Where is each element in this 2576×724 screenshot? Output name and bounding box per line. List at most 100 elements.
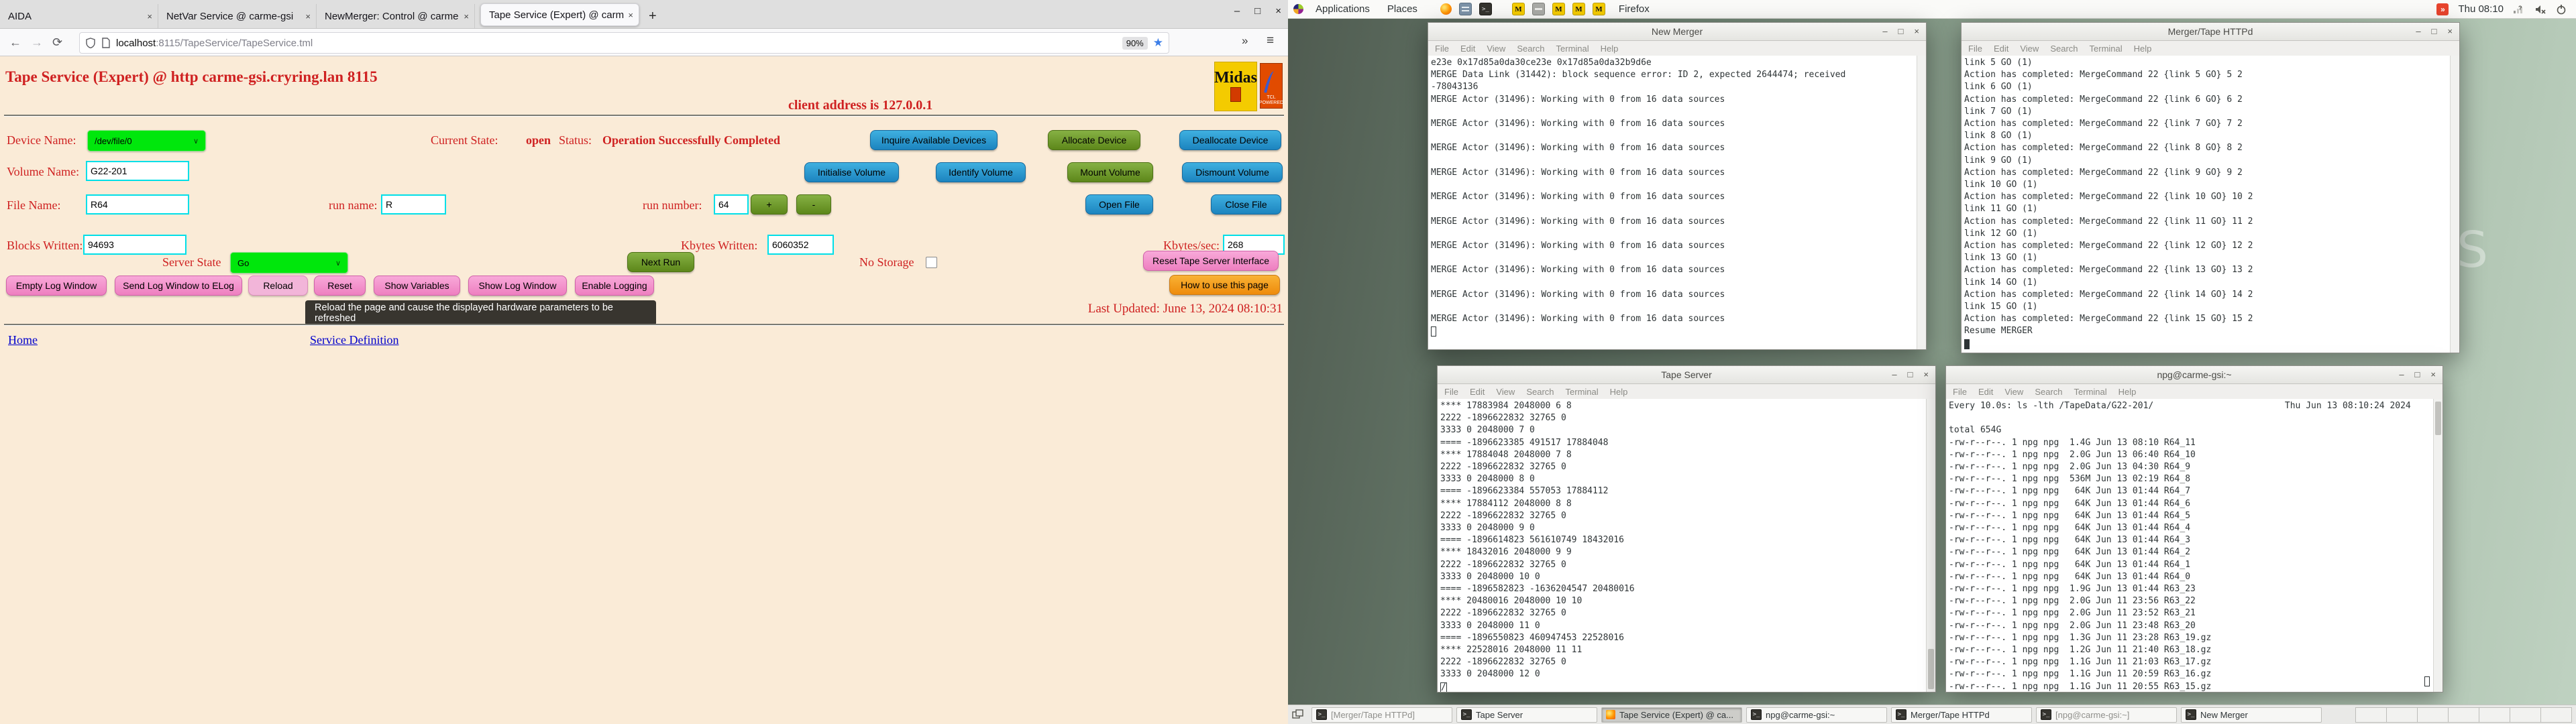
file-manager-icon[interactable] — [1459, 3, 1472, 15]
maximize-icon[interactable]: □ — [1898, 23, 1904, 40]
taskbar-item-merger-tape-httpd[interactable]: >_ Merger/Tape HTTPd — [1891, 707, 2032, 723]
show-log-window-button[interactable]: Show Log Window — [468, 276, 567, 296]
menu-file[interactable]: File — [1953, 387, 1967, 397]
close-icon[interactable]: × — [464, 11, 469, 21]
reload-button[interactable]: Reload — [248, 276, 308, 296]
file-name-input[interactable] — [86, 194, 189, 215]
tab-netvar-service[interactable]: NetVar Service @ carme-gsi × — [158, 4, 317, 28]
window-titlebar[interactable]: Tape Server – □ × — [1438, 366, 1935, 384]
tab-newmerger-control[interactable]: NewMerger: Control @ carme × — [317, 4, 475, 28]
no-storage-checkbox[interactable] — [926, 257, 937, 268]
server-state-select[interactable]: Go ∨ — [230, 252, 348, 274]
volume-muted-icon[interactable] — [2534, 4, 2546, 15]
clock[interactable]: Thu 08:10 — [2458, 3, 2504, 15]
next-run-button[interactable]: Next Run — [627, 252, 694, 272]
new-tab-button[interactable]: + — [642, 9, 665, 28]
close-file-button[interactable]: Close File — [1211, 194, 1281, 215]
firefox-icon[interactable] — [1440, 3, 1452, 15]
workspace-cell[interactable] — [2417, 707, 2449, 723]
run-number-plus-button[interactable]: + — [751, 194, 788, 215]
show-desktop-icon[interactable] — [1292, 709, 1304, 720]
identify-volume-button[interactable]: Identify Volume — [936, 162, 1026, 182]
midas-icon[interactable]: M — [1512, 3, 1525, 15]
empty-log-window-button[interactable]: Empty Log Window — [6, 276, 107, 296]
url-bar[interactable]: localhost:8115/TapeService/TapeService.t… — [79, 32, 1169, 54]
tab-tape-service-active[interactable]: Tape Service (Expert) @ carm × — [480, 3, 639, 26]
taskbar-item-merger-tape-httpd-min[interactable]: >_ [Merger/Tape HTTPd] — [1311, 707, 1452, 723]
terminal-output[interactable]: Every 10.0s: ls -lth /TapeData/G22-201/ … — [1946, 399, 2434, 692]
page-info-icon[interactable] — [101, 38, 111, 48]
dismount-volume-button[interactable]: Dismount Volume — [1182, 162, 1283, 182]
power-icon[interactable] — [2556, 4, 2567, 15]
maximize-icon[interactable]: □ — [1254, 5, 1260, 17]
window-titlebar[interactable]: npg@carme-gsi:~ – □ × — [1946, 366, 2443, 384]
back-icon[interactable]: ← — [9, 36, 21, 50]
menu-terminal[interactable]: Terminal — [1566, 387, 1599, 397]
workspace-cell[interactable] — [2540, 707, 2572, 723]
terminal-output[interactable]: e23e 0x17d85a0da30ce23e 0x17d85a0da32b9d… — [1428, 56, 1917, 349]
places-menu[interactable]: Places — [1382, 3, 1423, 15]
close-icon[interactable]: × — [628, 10, 633, 20]
reset-button[interactable]: Reset — [314, 276, 366, 296]
mount-volume-button[interactable]: Mount Volume — [1067, 162, 1153, 182]
how-to-use-this-page-button[interactable]: How to use this page — [1169, 275, 1280, 295]
midas-icon[interactable]: M — [1593, 3, 1605, 15]
minimize-icon[interactable]: – — [2416, 23, 2420, 40]
network-question-icon[interactable]: ? — [2513, 4, 2525, 15]
enable-logging-button[interactable]: Enable Logging — [575, 276, 654, 296]
taskbar-item-npg-carme-gsi-min[interactable]: >_ [npg@carme-gsi:~] — [2036, 707, 2177, 723]
show-variables-button[interactable]: Show Variables — [374, 276, 460, 296]
close-icon[interactable]: × — [1923, 366, 1929, 383]
menu-edit[interactable]: Edit — [1978, 387, 1993, 397]
minimize-icon[interactable]: – — [2399, 366, 2404, 383]
menu-help[interactable]: Help — [1610, 387, 1628, 397]
scrollbar[interactable] — [2433, 399, 2443, 692]
workspace-cell[interactable] — [2355, 707, 2387, 723]
url-text[interactable]: localhost:8115/TapeService/TapeService.t… — [116, 38, 313, 49]
menu-file[interactable]: File — [1968, 44, 1982, 54]
menu-search[interactable]: Search — [2050, 44, 2078, 54]
send-log-window-to-elog-button[interactable]: Send Log Window to ELog — [115, 276, 242, 296]
maximize-icon[interactable]: □ — [2415, 366, 2420, 383]
taskbar-item-tape-server[interactable]: >_ Tape Server — [1456, 707, 1597, 723]
home-link[interactable]: Home — [8, 333, 38, 347]
applications-menu[interactable]: Applications — [1310, 3, 1375, 15]
workspace-cell[interactable] — [2448, 707, 2479, 723]
menu-search[interactable]: Search — [2035, 387, 2062, 397]
reset-tape-server-interface-button[interactable]: Reset Tape Server Interface — [1143, 251, 1279, 271]
close-icon[interactable]: × — [305, 11, 311, 21]
tab-aida[interactable]: AIDA × — [0, 4, 158, 28]
bookmark-star-icon[interactable]: ★ — [1153, 36, 1163, 50]
menu-terminal[interactable]: Terminal — [2090, 44, 2123, 54]
menu-file[interactable]: File — [1435, 44, 1449, 54]
menu-file[interactable]: File — [1444, 387, 1458, 397]
close-icon[interactable]: × — [2447, 23, 2453, 40]
midas-icon[interactable]: M — [1572, 3, 1585, 15]
taskbar-item-tape-service-active[interactable]: Tape Service (Expert) @ ca... — [1601, 707, 1742, 723]
initialise-volume-button[interactable]: Initialise Volume — [804, 162, 899, 182]
shield-icon[interactable] — [85, 38, 96, 48]
menu-help[interactable]: Help — [1601, 44, 1619, 54]
close-icon[interactable]: × — [1914, 23, 1919, 40]
menu-search[interactable]: Search — [1526, 387, 1554, 397]
terminal-output[interactable]: **** 17883984 2048000 6 8 2222 -18966228… — [1438, 399, 1927, 692]
midas-icon[interactable]: M — [1552, 3, 1565, 15]
scrollbar[interactable] — [1917, 56, 1926, 349]
printer-icon[interactable] — [1532, 3, 1545, 15]
zoom-level-badge[interactable]: 90% — [1122, 37, 1148, 50]
minimize-icon[interactable]: – — [1882, 23, 1887, 40]
workspace-cell[interactable] — [2386, 707, 2418, 723]
menu-view[interactable]: View — [2004, 387, 2023, 397]
window-titlebar[interactable]: New Merger – □ × — [1428, 23, 1926, 41]
blocks-written-input[interactable] — [83, 235, 186, 255]
scrollbar[interactable] — [1926, 399, 1935, 692]
run-number-input[interactable] — [714, 194, 749, 215]
menu-view[interactable]: View — [2020, 44, 2039, 54]
menu-search[interactable]: Search — [1517, 44, 1544, 54]
close-icon[interactable]: × — [1275, 5, 1281, 17]
taskbar-item-new-merger[interactable]: >_ New Merger — [2181, 707, 2322, 723]
menu-terminal[interactable]: Terminal — [2074, 387, 2107, 397]
menu-terminal[interactable]: Terminal — [1556, 44, 1589, 54]
hamburger-menu-icon[interactable]: ≡ — [1267, 34, 1274, 48]
window-titlebar[interactable]: Merger/Tape HTTPd – □ × — [1962, 23, 2459, 41]
